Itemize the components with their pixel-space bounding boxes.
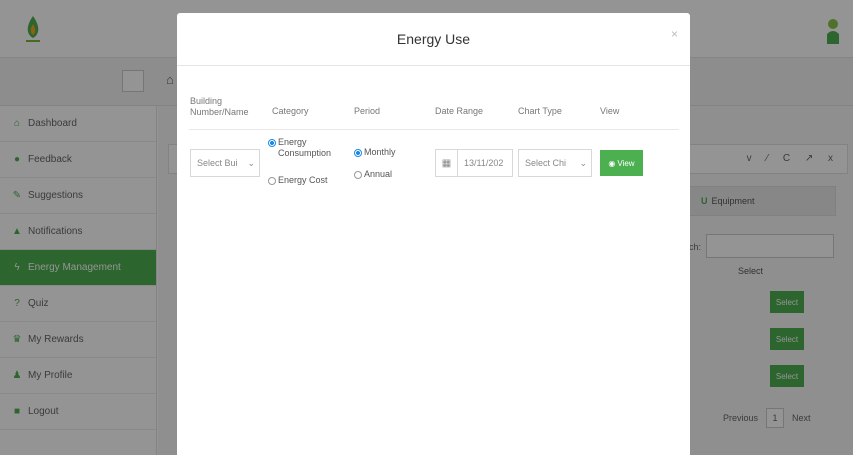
modal-header: Energy Use × xyxy=(177,13,690,66)
radio-label: Monthly xyxy=(364,147,396,157)
header-divider xyxy=(189,129,679,130)
calendar-icon[interactable]: ▦ xyxy=(436,150,458,176)
radio-checked-icon xyxy=(354,149,362,157)
date-range-field[interactable]: ▦ 13/11/202 xyxy=(435,149,513,177)
close-button[interactable]: × xyxy=(671,27,678,41)
chart-type-select[interactable]: Select Chi ⌄ xyxy=(518,149,592,177)
eye-icon: ◉ xyxy=(608,158,616,168)
chevron-down-icon: ⌄ xyxy=(579,157,587,168)
header-view: View xyxy=(600,106,620,116)
building-select[interactable]: Select Bui ⌄ xyxy=(190,149,260,177)
view-button-label: View xyxy=(617,158,635,168)
radio-monthly[interactable]: Monthly xyxy=(354,147,396,158)
header-period: Period xyxy=(354,106,381,116)
building-select-value: Select Bui xyxy=(197,158,238,168)
radio-label: Energy Consumption xyxy=(278,137,332,158)
header-category: Category xyxy=(272,106,309,116)
radio-checked-icon xyxy=(268,139,276,147)
radio-label: Energy Cost xyxy=(278,175,328,185)
chevron-down-icon: ⌄ xyxy=(247,157,255,168)
radio-energy-consumption[interactable]: Energy Consumption xyxy=(268,137,348,159)
radio-label: Annual xyxy=(364,169,393,179)
header-date-range: Date Range xyxy=(435,106,484,116)
view-button[interactable]: ◉ View xyxy=(600,150,643,176)
header-building: Building Number/Name xyxy=(190,96,249,117)
chart-type-select-value: Select Chi xyxy=(525,158,567,168)
radio-annual[interactable]: Annual xyxy=(354,169,392,180)
energy-use-modal: Energy Use × Building Number/Name Catego… xyxy=(177,13,690,455)
header-chart-type: Chart Type xyxy=(518,106,562,116)
date-range-value: 13/11/202 xyxy=(464,158,504,168)
radio-unchecked-icon xyxy=(354,171,362,179)
radio-energy-cost[interactable]: Energy Cost xyxy=(268,175,328,186)
radio-unchecked-icon xyxy=(268,177,276,185)
modal-title: Energy Use xyxy=(396,31,471,47)
